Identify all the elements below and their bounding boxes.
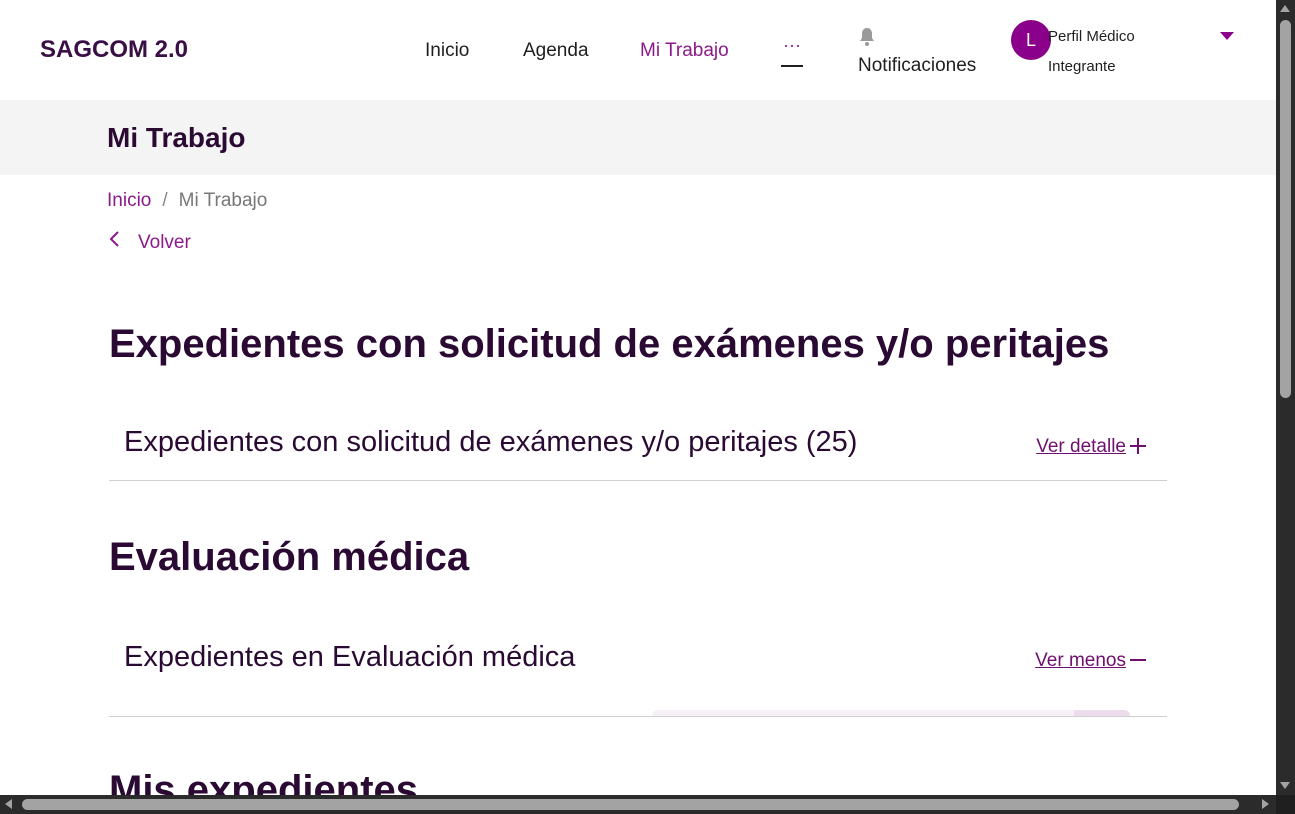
vertical-scrollbar[interactable] (1276, 0, 1295, 795)
horizontal-scroll-thumb[interactable] (22, 799, 1239, 810)
avatar: L (1011, 20, 1051, 60)
ver-menos-link[interactable]: Ver menos (1035, 650, 1146, 672)
accordion-row-evaluacion[interactable]: Expedientes en Evaluación médica Ver men… (109, 625, 1167, 717)
profile-menu[interactable]: L Perfil Médico Integrante (1011, 20, 1246, 80)
scroll-right-arrow-icon[interactable] (1262, 799, 1269, 809)
breadcrumb-home[interactable]: Inicio (107, 190, 151, 211)
scroll-down-arrow-icon[interactable] (1280, 782, 1290, 789)
chevron-left-icon (109, 231, 119, 247)
accordion-title: Expedientes en Evaluación médica (124, 641, 576, 673)
scrollbar-corner (1276, 795, 1295, 814)
nav-more-button[interactable]: ··· (781, 35, 803, 68)
section-heading-evaluacion: Evaluación médica (109, 535, 470, 579)
scroll-up-arrow-icon[interactable] (1280, 5, 1290, 12)
nav-agenda[interactable]: Agenda (523, 40, 589, 62)
ver-menos-label: Ver menos (1035, 650, 1126, 671)
caret-down-icon[interactable] (1220, 32, 1234, 40)
ver-detalle-label: Ver detalle (1036, 436, 1126, 457)
minus-icon (1130, 652, 1146, 668)
profile-subrole: Integrante (1048, 58, 1116, 75)
section-heading-mis-expedientes: Mis expedientes (109, 768, 419, 795)
horizontal-scrollbar[interactable] (0, 795, 1295, 814)
back-button[interactable]: Volver (107, 230, 191, 254)
breadcrumb-separator: / (162, 190, 168, 211)
accordion-title: Expedientes con solicitud de exámenes y/… (124, 426, 858, 458)
scroll-left-arrow-icon[interactable] (5, 799, 12, 809)
section-heading-solicitudes: Expedientes con solicitud de exámenes y/… (109, 322, 1110, 366)
back-label: Volver (138, 232, 191, 253)
accordion-row-solicitudes[interactable]: Expedientes con solicitud de exámenes y/… (109, 410, 1167, 481)
breadcrumb-current: Mi Trabajo (178, 190, 268, 211)
more-dots-icon: ··· (783, 35, 801, 55)
notifications-button[interactable]: Notificaciones (858, 24, 988, 80)
profile-role: Perfil Médico (1048, 28, 1135, 45)
bell-icon (860, 28, 874, 46)
viewport: SAGCOM 2.0 Inicio Agenda Mi Trabajo ··· … (0, 0, 1276, 795)
plus-icon (1130, 438, 1146, 454)
nav-inicio[interactable]: Inicio (425, 40, 469, 62)
vertical-scroll-thumb[interactable] (1280, 20, 1291, 398)
page-title-band: Mi Trabajo (0, 100, 1276, 175)
nav-more-underline (781, 65, 803, 67)
brand-logo[interactable]: SAGCOM 2.0 (40, 36, 188, 64)
ver-detalle-link[interactable]: Ver detalle (1036, 436, 1146, 458)
table-header-strip (652, 710, 1130, 716)
page-title: Mi Trabajo (107, 122, 246, 153)
notifications-label: Notificaciones (858, 55, 977, 76)
table-header-segment (1074, 710, 1130, 716)
top-navbar: SAGCOM 2.0 Inicio Agenda Mi Trabajo ··· … (0, 0, 1276, 100)
breadcrumb: Inicio / Mi Trabajo (107, 190, 267, 212)
nav-mi-trabajo[interactable]: Mi Trabajo (640, 40, 729, 62)
